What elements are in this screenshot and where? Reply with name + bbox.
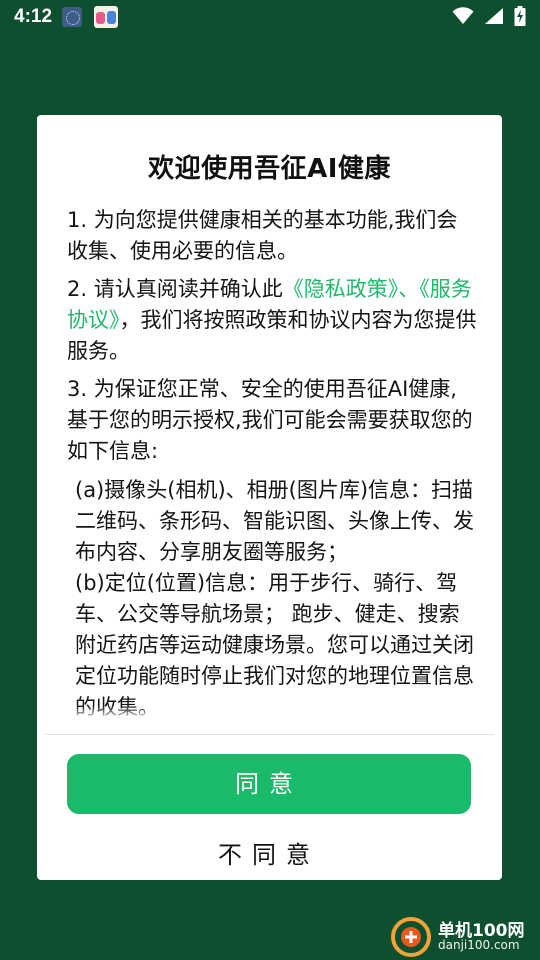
dialog-content[interactable]: 1. 为向您提供健康相关的基本功能,我们会收集、使用必要的信息。 2. 请认真阅… (67, 205, 477, 720)
wifi-icon (452, 7, 474, 24)
status-time: 4:12 (14, 6, 53, 27)
app-notification-icon-1 (62, 7, 82, 27)
dialog-title: 欢迎使用吾征AI健康 (148, 154, 391, 184)
status-bar: 4:12 (0, 0, 540, 36)
item-2-prefix: 2. 请认真阅读并确认此 (67, 277, 283, 301)
item-3b: (b)定位(位置)信息：用于步行、骑行、驾车、公交等导航场景； 跑步、健走、搜索… (75, 571, 474, 719)
content-fade (67, 706, 477, 720)
privacy-policy-link[interactable]: 《隐私政策》、 (283, 277, 420, 301)
watermark-logo-icon (391, 917, 431, 957)
signal-icon (485, 8, 503, 24)
item-2-suffix: ，我们将按照政策和协议内容为您提供服务。 (67, 308, 477, 363)
item-2: 2. 请认真阅读并确认此《隐私政策》、《服务协议》，我们将按照政策和协议内容为您… (67, 274, 477, 367)
item-3a: (a)摄像头(相机)、相册(图片库)信息：扫描二维码、条形码、智能识图、头像上传… (75, 478, 474, 564)
watermark-url: danji100.com (438, 938, 520, 952)
item-3: 3. 为保证您正常、安全的使用吾征AI健康,基于您的明示授权,我们可能会需要获取… (67, 377, 473, 463)
disagree-button[interactable]: 不同意 (67, 833, 471, 877)
privacy-consent-dialog: 欢迎使用吾征AI健康 1. 为向您提供健康相关的基本功能,我们会收集、使用必要的… (37, 115, 502, 880)
divider (45, 734, 494, 735)
agree-button[interactable]: 同意 (67, 754, 471, 814)
battery-charging-icon (514, 6, 526, 26)
status-icons (452, 6, 526, 26)
app-notification-icon-2 (94, 6, 118, 28)
watermark: 单机100网 danji100.com (390, 912, 540, 960)
item-1: 1. 为向您提供健康相关的基本功能,我们会收集、使用必要的信息。 (67, 208, 458, 263)
